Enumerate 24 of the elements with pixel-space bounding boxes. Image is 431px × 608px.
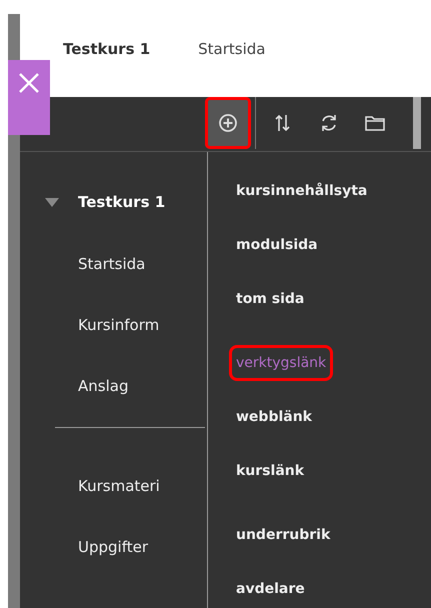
add-icon xyxy=(218,113,238,133)
sidebar-item[interactable]: Uppgifter xyxy=(78,535,148,559)
menu-item[interactable]: modulsida xyxy=(232,230,322,260)
add-button[interactable] xyxy=(205,97,251,149)
sort-icon xyxy=(274,113,292,133)
sidebar-item[interactable]: Anslag xyxy=(78,374,128,398)
scrollbar[interactable] xyxy=(413,97,421,149)
folder-icon xyxy=(364,113,386,133)
sidebar-item[interactable]: Startsida xyxy=(78,252,146,276)
sidebar-item[interactable]: Kursmateri xyxy=(78,474,160,498)
menu-item[interactable]: kursinnehållsyta xyxy=(232,176,372,206)
expand-triangle-icon[interactable] xyxy=(45,198,59,206)
sidebar-item[interactable]: Kursinform xyxy=(78,313,160,337)
menu-item[interactable]: kurslänk xyxy=(232,456,308,486)
course-name[interactable]: Testkurs 1 xyxy=(78,193,166,211)
menu-item[interactable]: tom sida xyxy=(232,284,308,314)
menu-item[interactable]: webblänk xyxy=(232,402,316,432)
course-title[interactable]: Testkurs 1 xyxy=(63,40,150,58)
refresh-icon xyxy=(319,113,339,133)
breadcrumb-link[interactable]: Startsida xyxy=(198,40,266,58)
menu-item[interactable]: avdelare xyxy=(232,574,309,604)
menu-item[interactable]: underrubrik xyxy=(232,520,334,550)
close-button[interactable] xyxy=(8,60,50,135)
close-icon xyxy=(18,72,40,94)
